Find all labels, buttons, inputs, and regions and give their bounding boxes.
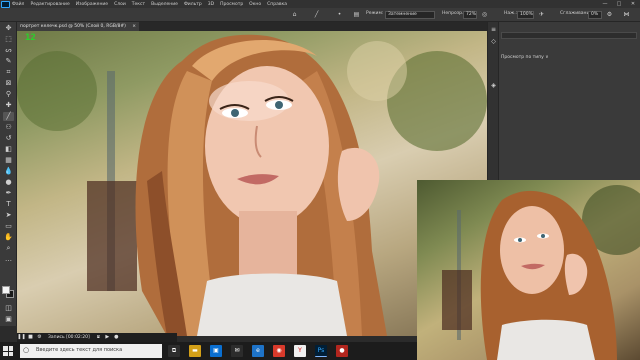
- menu-3d[interactable]: 3D: [208, 2, 214, 7]
- frame-icon[interactable]: ⊠: [3, 79, 14, 88]
- brush-icon[interactable]: ╱: [3, 112, 14, 121]
- screen-recorder-bar: ❚❚ ■ ⚙ Запись [00:02:20] ⧈ ▶ ●: [17, 333, 177, 342]
- mode-label: Режим:: [366, 11, 384, 16]
- path-select-icon[interactable]: ➤: [3, 211, 14, 220]
- document-tabs: портрет келечк.psd @ 50% (Слой 0, RGB/8#…: [17, 22, 487, 31]
- menu-view[interactable]: Просмотр: [220, 2, 243, 7]
- taskbar-search-box[interactable]: ○ Введите здесь текст для поиска: [20, 344, 162, 358]
- rectangle-icon[interactable]: ▭: [3, 222, 14, 231]
- recording-time: Запись [00:02:20]: [48, 335, 90, 340]
- windows-start-icon[interactable]: [3, 346, 13, 356]
- tools-panel: ✥ ⬚ ᔕ ✎ ⌗ ⊠ ⚲ ✚ ╱ ⚇ ↺ ◧ ▦ 💧 ● ✒ T ➤ ▭ ✋ …: [0, 22, 17, 326]
- panel-icon-strip: ≡ ◇ ◈: [488, 22, 499, 180]
- options-bar: ⌂ ╱ • ▤ Режим: Затемнение Непрозр.: 72% …: [0, 8, 640, 22]
- clone-stamp-icon[interactable]: ⚇: [3, 123, 14, 132]
- opacity-label: Непрозр.:: [442, 11, 465, 16]
- yandex-browser-icon[interactable]: Y: [294, 345, 306, 357]
- menu-file[interactable]: Файл: [12, 2, 24, 7]
- pressure-label: Наж.:: [504, 11, 518, 16]
- airbrush-icon[interactable]: ✈: [537, 11, 546, 19]
- photoshop-taskbar-icon[interactable]: Ps: [315, 345, 327, 357]
- home-icon[interactable]: ⌂: [290, 11, 299, 19]
- menu-type[interactable]: Текст: [132, 2, 145, 7]
- photoshop-logo-icon: [1, 0, 10, 8]
- menu-help[interactable]: Справка: [267, 2, 287, 7]
- taskbar-search-placeholder: Введите здесь текст для поиска: [36, 347, 123, 353]
- smoothing-settings-icon[interactable]: ⚙: [605, 11, 614, 19]
- maximize-button[interactable]: □: [612, 0, 626, 8]
- foreground-color-swatch[interactable]: [2, 286, 10, 294]
- quick-select-icon[interactable]: ✎: [3, 57, 14, 66]
- store-icon[interactable]: ▣: [210, 345, 222, 357]
- smoothing-field[interactable]: 0%: [588, 11, 602, 19]
- hand-icon[interactable]: ✋: [3, 233, 14, 242]
- crop-icon[interactable]: ⌗: [3, 68, 14, 77]
- panel-search-field[interactable]: [501, 32, 637, 39]
- lasso-icon[interactable]: ᔕ: [3, 46, 14, 55]
- brush-size-icon[interactable]: •: [335, 11, 344, 19]
- marquee-icon[interactable]: ⬚: [3, 35, 14, 44]
- menu-select[interactable]: Выделение: [151, 2, 178, 7]
- search-icon: ○: [23, 346, 30, 354]
- reference-photo-image: [442, 185, 640, 360]
- menu-layers[interactable]: Слои: [114, 2, 126, 7]
- pressure-opacity-icon[interactable]: ◎: [480, 11, 489, 19]
- gradient-icon[interactable]: ▦: [3, 156, 14, 165]
- history-brush-icon[interactable]: ↺: [3, 134, 14, 143]
- menu-bar: Файл Редактирование Изображение Слои Тек…: [0, 0, 640, 8]
- close-tab-icon[interactable]: ×: [132, 22, 136, 31]
- right-panel: ≡ ◇ ◈ Просмотр по типу ∨: [487, 22, 640, 180]
- mode-select[interactable]: Затемнение: [385, 11, 435, 19]
- layers-icon[interactable]: ◈: [490, 82, 497, 89]
- windows-taskbar: ○ Введите здесь текст для поиска ⧉ ▬ ▣ ✉…: [0, 342, 417, 360]
- close-button[interactable]: ✕: [626, 0, 640, 8]
- healing-icon[interactable]: ✚: [3, 101, 14, 110]
- more-tools-icon[interactable]: …: [3, 255, 14, 264]
- brush-settings-icon[interactable]: ▤: [352, 11, 361, 19]
- pressure-field[interactable]: 100%: [517, 11, 534, 19]
- blur-icon[interactable]: 💧: [3, 167, 14, 176]
- pen-icon[interactable]: ✒: [3, 189, 14, 198]
- document-tab-title: портрет келечк.psd @ 50% (Слой 0, RGB/8#…: [20, 24, 126, 29]
- eraser-icon[interactable]: ◧: [3, 145, 14, 154]
- minimize-button[interactable]: —: [598, 0, 612, 8]
- move-icon[interactable]: ✥: [3, 24, 14, 33]
- mic-icon[interactable]: ●: [112, 333, 121, 342]
- reference-photo: [417, 180, 640, 360]
- screen-mode-icon[interactable]: ▣: [3, 315, 14, 324]
- brush-preset-icon[interactable]: ╱: [312, 11, 321, 19]
- menu-filter[interactable]: Фильтр: [184, 2, 202, 7]
- properties-icon[interactable]: ◇: [490, 38, 497, 45]
- history-icon[interactable]: ≡: [490, 26, 497, 33]
- eyedropper-icon[interactable]: ⚲: [3, 90, 14, 99]
- menu-window[interactable]: Окно: [249, 2, 261, 7]
- dodge-icon[interactable]: ●: [3, 178, 14, 187]
- stop-icon[interactable]: ■: [26, 333, 35, 342]
- fps-counter: 12: [25, 33, 36, 43]
- menu-image[interactable]: Изображение: [76, 2, 108, 7]
- task-view-icon[interactable]: ⧉: [168, 345, 180, 357]
- recorder-taskbar-icon[interactable]: ●: [336, 345, 348, 357]
- type-icon[interactable]: T: [3, 200, 14, 209]
- document-tab[interactable]: портрет келечк.psd @ 50% (Слой 0, RGB/8#…: [17, 22, 139, 31]
- camera-icon[interactable]: ▶: [103, 333, 112, 342]
- view-by-type-dropdown[interactable]: Просмотр по типу ∨: [501, 55, 549, 60]
- file-explorer-icon[interactable]: ▬: [189, 345, 201, 357]
- chrome-icon[interactable]: ◉: [273, 345, 285, 357]
- mail-icon[interactable]: ✉: [231, 345, 243, 357]
- zoom-icon[interactable]: ⌕: [3, 244, 14, 253]
- screenshot-icon[interactable]: ⧈: [94, 333, 103, 342]
- menu-edit[interactable]: Редактирование: [30, 2, 69, 7]
- opacity-field[interactable]: 72%: [463, 11, 477, 19]
- symmetry-icon[interactable]: ⋈: [622, 11, 631, 19]
- edge-icon[interactable]: e: [252, 345, 264, 357]
- quick-mask-icon[interactable]: ◫: [3, 304, 14, 313]
- pause-icon[interactable]: ❚❚: [17, 333, 26, 342]
- settings-icon[interactable]: ⚙: [35, 333, 44, 342]
